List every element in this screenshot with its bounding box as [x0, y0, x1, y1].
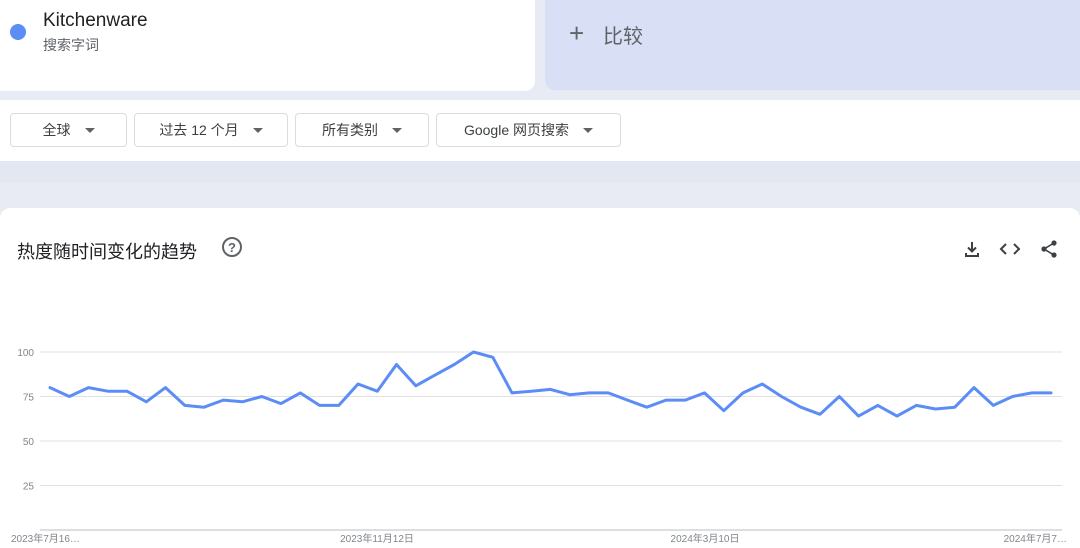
- y-tick-label: 25: [23, 482, 35, 493]
- time-range-filter[interactable]: 过去 12 个月: [134, 113, 288, 147]
- search-term-name[interactable]: Kitchenware: [43, 10, 148, 32]
- search-type-filter-label: Google 网页搜索: [463, 122, 570, 138]
- caret-down-icon: [252, 127, 263, 133]
- search-type-filter[interactable]: Google 网页搜索: [436, 113, 621, 147]
- x-tick-label: 2023年7月16…: [11, 532, 80, 545]
- y-axis-ticks: 25 50 75 100: [17, 348, 34, 493]
- region-filter[interactable]: 全球: [10, 113, 127, 147]
- filter-bar: 全球 过去 12 个月 所有类别 Google 网页搜索: [0, 100, 1080, 161]
- divider-strip: [0, 161, 1080, 183]
- y-tick-label: 50: [23, 437, 35, 448]
- caret-down-icon: [392, 127, 402, 133]
- series-color-dot: [10, 24, 26, 40]
- plus-icon: +: [569, 18, 585, 48]
- x-tick-label: 2024年7月7…: [1004, 532, 1067, 545]
- search-term-card[interactable]: Kitchenware 搜索字词: [0, 0, 535, 91]
- compare-label: 比较: [603, 26, 643, 48]
- trend-chart[interactable]: 25 50 75 100 2023年7月16… 2023年11月12日 2024年3月10…: [0, 208, 1080, 548]
- region-filter-label: 全球: [42, 122, 71, 138]
- x-axis-ticks: 2023年7月16… 2023年11月12日 2024年3月10日 2024年7月7…: [11, 532, 1067, 545]
- y-tick-label: 75: [23, 393, 35, 404]
- category-filter-label: 所有类别: [322, 122, 378, 138]
- caret-down-icon: [583, 127, 594, 133]
- gridlines: [40, 351, 1062, 531]
- y-tick-label: 100: [17, 348, 34, 359]
- compare-button[interactable]: + 比较: [545, 0, 1080, 90]
- x-tick-label: 2024年3月10日: [671, 532, 740, 545]
- category-filter[interactable]: 所有类别: [295, 113, 429, 147]
- caret-down-icon: [84, 127, 95, 133]
- series-line-kitchenware[interactable]: [48, 350, 1053, 418]
- x-tick-label: 2023年11月12日: [340, 532, 414, 545]
- interest-over-time-card: 热度随时间变化的趋势 ? 25 50 75 100 2023年7月16… 2023年11…: [0, 208, 1080, 548]
- time-range-filter-label: 过去 12 个月: [159, 122, 239, 138]
- search-term-type: 搜索字词: [43, 37, 99, 53]
